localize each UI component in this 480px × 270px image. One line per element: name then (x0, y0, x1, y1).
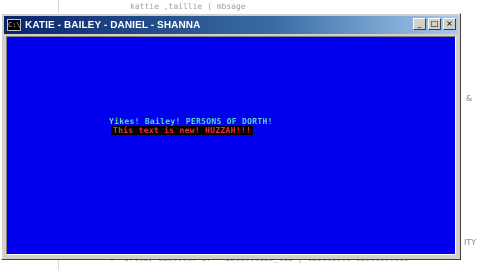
console-window: C:\ KATIE - BAILEY - DANIEL - SHANNA _ □… (1, 13, 461, 260)
console-app-icon[interactable]: C:\ (7, 19, 21, 31)
editor-right-fragment: & (466, 94, 473, 103)
maximize-button[interactable]: □ (428, 18, 441, 30)
minimize-button[interactable]: _ (413, 18, 426, 30)
console-line-1: Yikes! Bailey! PERSONS OF DORTH! (109, 117, 273, 126)
title-bar[interactable]: C:\ KATIE - BAILEY - DANIEL - SHANNA _ □… (4, 16, 458, 34)
editor-top-line: kattie ,taillie ( mbsage (130, 2, 246, 11)
minimize-icon: _ (417, 19, 422, 28)
editor-right-fragment-2: ITY (464, 238, 477, 247)
close-icon: × (446, 19, 453, 28)
console-output-area[interactable]: Yikes! Bailey! PERSONS OF DORTH! This te… (6, 36, 456, 255)
maximize-icon: □ (430, 19, 439, 28)
console-line-2: This text is new! HUZZAH!!! (111, 126, 254, 135)
close-button[interactable]: × (443, 18, 456, 30)
caption-buttons: _ □ × (411, 18, 456, 30)
window-title: KATIE - BAILEY - DANIEL - SHANNA (25, 19, 201, 31)
